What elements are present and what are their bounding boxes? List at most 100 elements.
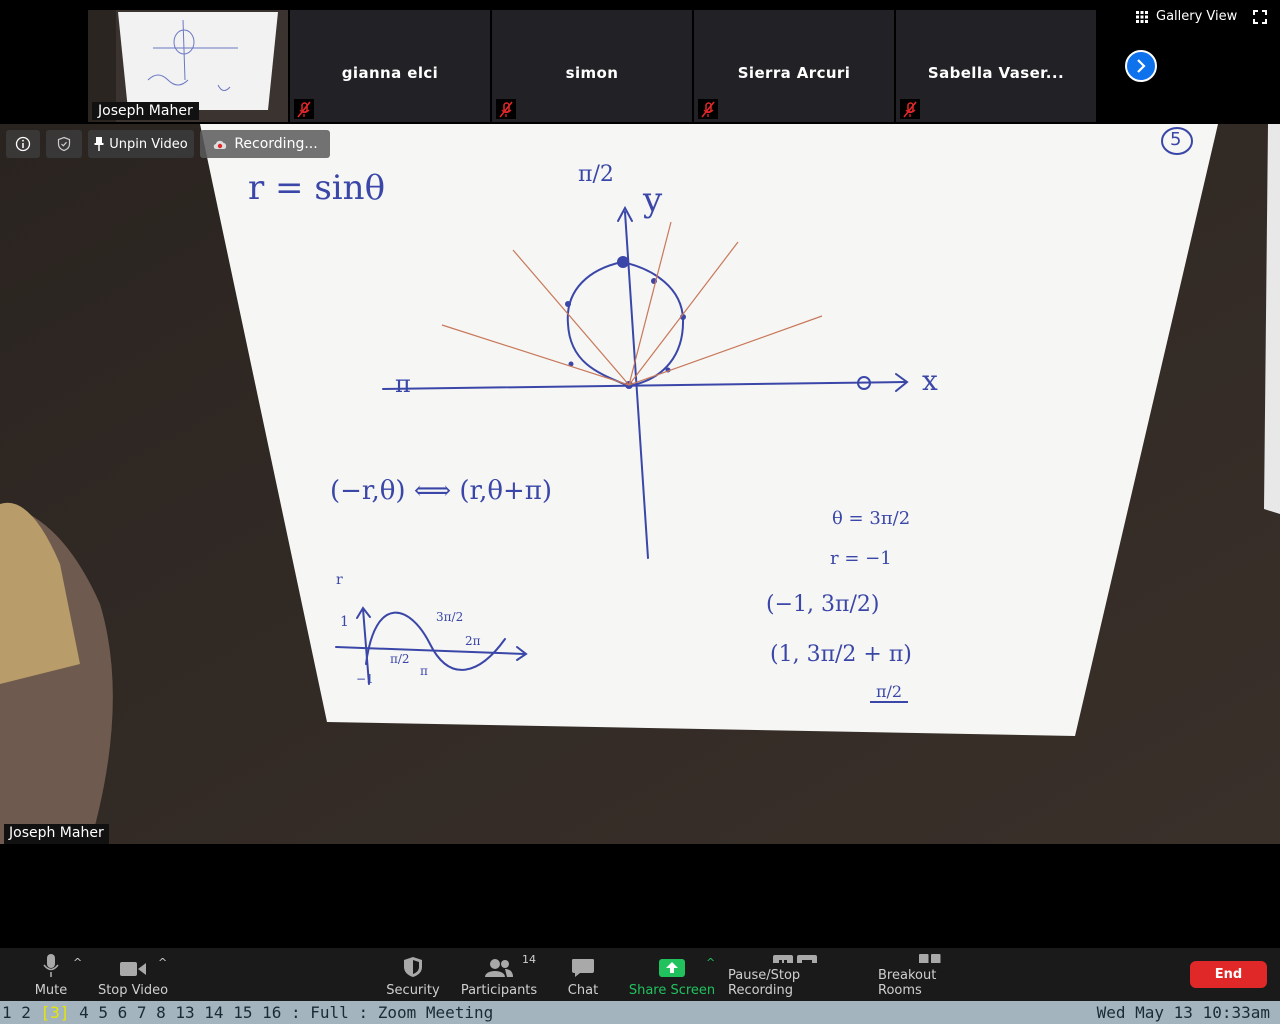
chat-label: Chat bbox=[567, 983, 599, 998]
workspace-item[interactable]: 7 bbox=[137, 1001, 156, 1024]
sketch-r-label: r bbox=[336, 572, 343, 588]
equation-label: r = sinθ bbox=[248, 168, 386, 208]
stop-video-label: Stop Video bbox=[97, 983, 169, 998]
status-app-name: Zoom Meeting bbox=[377, 1003, 494, 1022]
breakout-rooms-icon bbox=[919, 954, 941, 963]
participant-name: simon bbox=[565, 64, 619, 82]
recording-label: Recording... bbox=[234, 136, 318, 152]
workspace-item[interactable]: 14 bbox=[204, 1001, 233, 1024]
shield-icon bbox=[404, 957, 422, 977]
muted-mic-icon bbox=[294, 99, 314, 119]
identity-label: (−r,θ) ⟺ (r,θ+π) bbox=[330, 476, 553, 506]
sketch-pi-half-label: π/2 bbox=[390, 652, 410, 666]
gallery-view-button[interactable]: Gallery View bbox=[1136, 9, 1237, 24]
sketch-three-pi-half-label: 3π/2 bbox=[436, 610, 464, 624]
next-page-button[interactable] bbox=[1125, 50, 1157, 82]
tmux-status-bar: 1 2 [3] 4 5 6 7 8 13 14 15 16 : Full : Z… bbox=[0, 1001, 1280, 1024]
self-video-thumbnail[interactable]: Joseph Maher bbox=[88, 10, 288, 122]
participant-name: Sabella Vaser... bbox=[927, 64, 1065, 82]
workspace-item[interactable]: 2 bbox=[21, 1001, 40, 1024]
info-icon bbox=[15, 136, 31, 152]
point-a-label: (−1, 3π/2) bbox=[766, 592, 880, 617]
fullscreen-icon[interactable] bbox=[1253, 10, 1267, 24]
y-axis-label: y bbox=[643, 180, 663, 220]
point-b-label: (1, 3π/2 + π) bbox=[770, 642, 912, 667]
audio-options-caret-icon[interactable]: ^ bbox=[73, 956, 82, 969]
grid-icon bbox=[1136, 10, 1148, 23]
microphone-icon bbox=[43, 954, 59, 977]
chevron-right-icon bbox=[1137, 59, 1146, 73]
pause-stop-icon bbox=[773, 955, 817, 963]
participant-tile[interactable]: Sabella Vaser... bbox=[896, 10, 1096, 122]
unpin-video-label: Unpin Video bbox=[109, 136, 188, 152]
mute-label: Mute bbox=[34, 983, 68, 998]
breakout-rooms-button[interactable]: Breakout Rooms bbox=[878, 954, 982, 998]
pi-left-label: π bbox=[395, 370, 411, 398]
share-screen-label: Share Screen bbox=[628, 983, 716, 998]
point-b-result-label: π/2 bbox=[870, 682, 909, 703]
security-label: Security bbox=[386, 983, 440, 998]
workspace-item: Full bbox=[310, 1003, 359, 1022]
status-datetime: Wed May 13 10:33am bbox=[1096, 1003, 1270, 1022]
participants-count-badge: 14 bbox=[522, 953, 536, 966]
x-axis-label: x bbox=[922, 364, 938, 397]
workspace-item: : bbox=[291, 1003, 311, 1022]
gallery-strip: Joseph Maher gianna elci simon Sierra Ar… bbox=[0, 0, 1280, 124]
sketch-one-label: 1 bbox=[340, 614, 349, 630]
sketch-neg-one-label: −1 bbox=[356, 672, 374, 686]
speaker-name-label: Joseph Maher bbox=[4, 824, 109, 844]
end-meeting-button[interactable]: End bbox=[1190, 961, 1267, 988]
participants-icon bbox=[485, 959, 513, 977]
muted-mic-icon bbox=[496, 99, 516, 119]
unpin-video-button[interactable]: Unpin Video bbox=[88, 130, 194, 158]
gallery-view-label: Gallery View bbox=[1156, 9, 1238, 24]
share-options-caret-icon[interactable]: ^ bbox=[706, 956, 715, 969]
cloud-record-icon bbox=[214, 140, 227, 149]
workspace-item[interactable]: 4 bbox=[79, 1001, 98, 1024]
workspace-current[interactable]: [3] bbox=[41, 1001, 80, 1024]
workspace-item[interactable]: 16 bbox=[262, 1001, 291, 1024]
participant-name: gianna elci bbox=[341, 64, 439, 82]
video-camera-icon bbox=[120, 962, 146, 976]
workspace-item[interactable]: 5 bbox=[98, 1001, 117, 1024]
shield-check-icon bbox=[57, 136, 71, 152]
breakout-rooms-label: Breakout Rooms bbox=[878, 968, 937, 998]
participant-tile[interactable]: Sierra Arcuri bbox=[694, 10, 894, 122]
sketch-two-pi-label: 2π bbox=[465, 634, 481, 648]
page-number-label: 5 bbox=[1170, 129, 1182, 150]
workspace-item[interactable]: 15 bbox=[233, 1001, 262, 1024]
pause-stop-recording-label: Pause/Stop Recording bbox=[728, 968, 801, 998]
workspace-item[interactable]: 1 bbox=[2, 1001, 21, 1024]
self-name-label: Joseph Maher bbox=[92, 102, 199, 120]
recording-status-button[interactable]: Recording... bbox=[200, 130, 330, 158]
chat-button[interactable]: Chat bbox=[562, 954, 604, 998]
pause-stop-recording-button[interactable]: Pause/Stop Recording bbox=[728, 954, 864, 998]
pi-half-top-label: π/2 bbox=[578, 162, 614, 187]
sketch-pi-label: π bbox=[420, 664, 428, 678]
muted-mic-icon bbox=[900, 99, 920, 119]
workspace-item[interactable]: 13 bbox=[175, 1001, 204, 1024]
meeting-info-button[interactable] bbox=[6, 130, 40, 158]
share-screen-icon bbox=[659, 959, 685, 977]
meeting-toolbar: Mute ^ Stop Video ^ Security Participant… bbox=[0, 948, 1280, 1001]
workspace-item[interactable]: 8 bbox=[156, 1001, 175, 1024]
r-value-label: r = −1 bbox=[830, 548, 892, 569]
participant-name: Sierra Arcuri bbox=[737, 64, 851, 82]
theta-value-label: θ = 3π/2 bbox=[832, 508, 911, 529]
pin-icon bbox=[94, 137, 104, 151]
encryption-button[interactable] bbox=[46, 130, 82, 158]
whiteboard-video-feed bbox=[0, 124, 1280, 844]
mute-button[interactable]: Mute bbox=[30, 954, 72, 998]
muted-mic-icon bbox=[698, 99, 718, 119]
workspace-item[interactable]: 6 bbox=[118, 1001, 137, 1024]
share-screen-button[interactable]: Share Screen bbox=[628, 954, 716, 998]
participant-tile[interactable]: gianna elci bbox=[290, 10, 490, 122]
main-video[interactable]: r = sinθ 5 y x π/2 π (−r,θ) ⟺ (r,θ+π) θ … bbox=[0, 124, 1280, 844]
video-options-caret-icon[interactable]: ^ bbox=[158, 956, 167, 969]
chat-bubble-icon bbox=[572, 959, 594, 977]
security-button[interactable]: Security bbox=[385, 954, 441, 998]
participants-label: Participants bbox=[460, 983, 538, 998]
workspace-list: 1 2 [3] 4 5 6 7 8 13 14 15 16 : Full : Z… bbox=[2, 1001, 493, 1024]
participant-tile[interactable]: simon bbox=[492, 10, 692, 122]
workspace-item: : bbox=[358, 1003, 378, 1022]
